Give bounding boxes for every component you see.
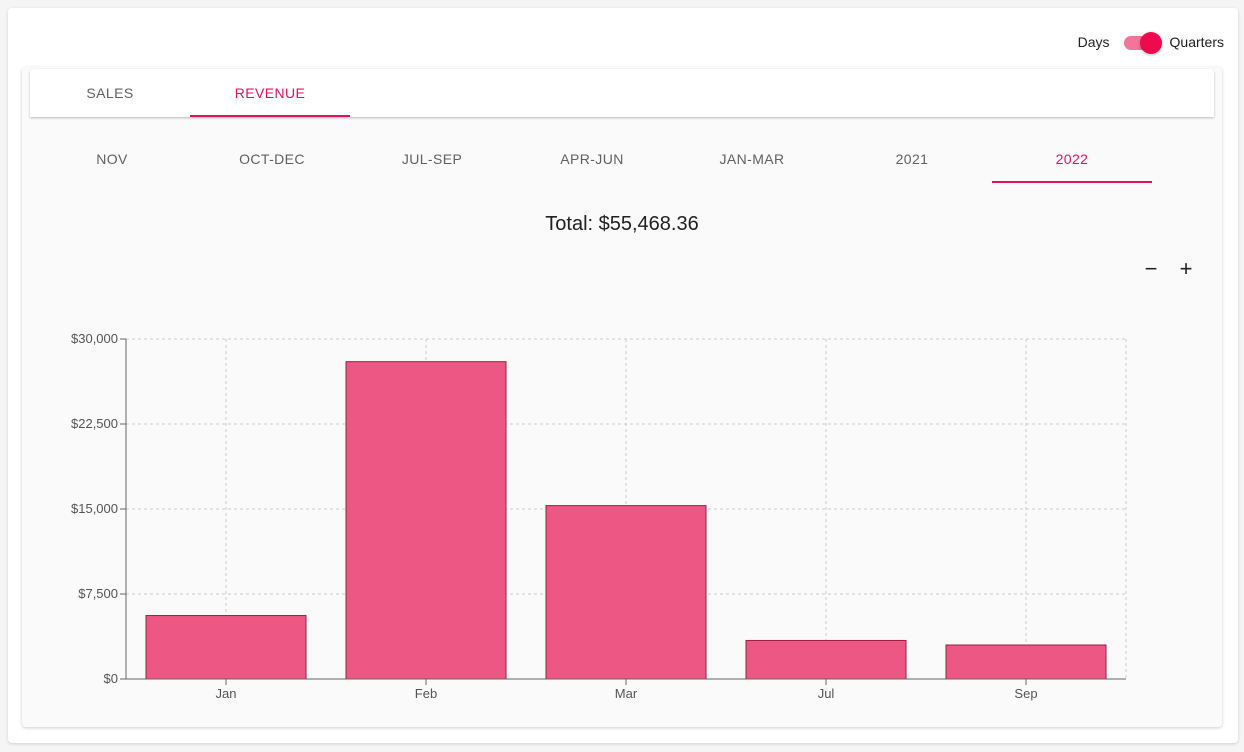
- toggle-right-label: Quarters: [1169, 34, 1224, 50]
- toggle-left-label: Days: [1077, 34, 1110, 50]
- y-tick-label: $15,000: [71, 501, 118, 516]
- bar-mar: [545, 505, 707, 680]
- revenue-panel: Days Quarters SALES REVENUE NOV OCT-DEC …: [8, 8, 1238, 743]
- bar-jan: [145, 615, 307, 680]
- y-tick-label: $22,500: [71, 416, 118, 431]
- x-tick-label: Sep: [1014, 686, 1037, 701]
- y-tick-label: $30,000: [71, 331, 118, 346]
- bar-feb: [345, 361, 507, 680]
- bar-sep: [945, 644, 1107, 680]
- y-tick-label: $7,500: [78, 586, 118, 601]
- x-tick-label: Jul: [818, 686, 835, 701]
- switch-thumb[interactable]: [1139, 32, 1162, 54]
- chart-card: SALES REVENUE NOV OCT-DEC JUL-SEP APR-JU…: [22, 67, 1222, 727]
- x-tick-label: Mar: [615, 686, 638, 701]
- revenue-bar-chart: $0 $7,500 $15,000 $22,500 $30,000 Jan Feb Mar Ju…: [71, 331, 1127, 701]
- days-quarters-switch[interactable]: [1122, 32, 1162, 54]
- y-tick-label: $0: [104, 671, 118, 686]
- bar-jul: [745, 639, 907, 680]
- period-toggle: Days Quarters: [1078, 30, 1224, 54]
- x-tick-label: Jan: [216, 686, 237, 701]
- x-tick-label: Feb: [415, 686, 437, 701]
